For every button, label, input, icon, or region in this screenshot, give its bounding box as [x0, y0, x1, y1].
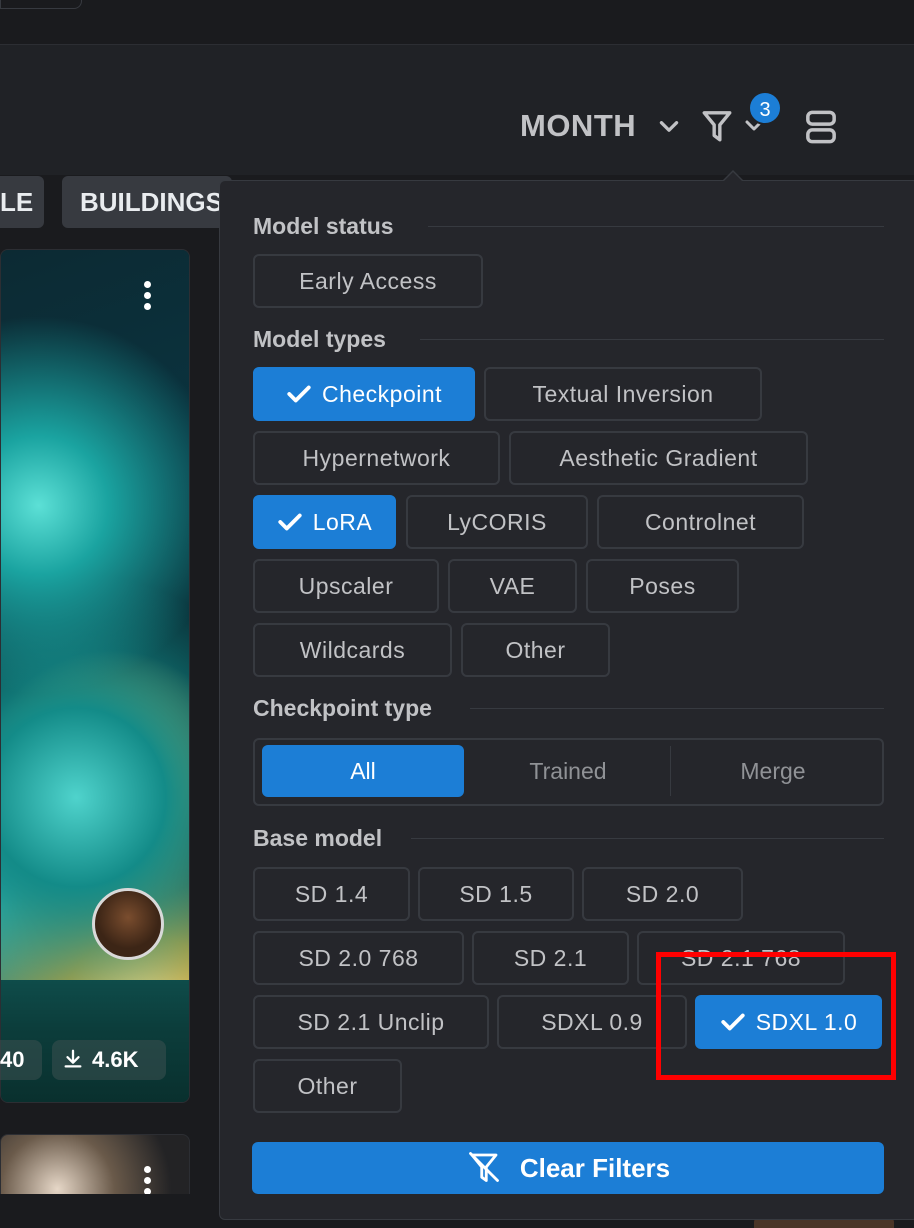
chip-label: Hypernetwork	[302, 445, 451, 471]
chip-label: SD 2.1	[513, 945, 588, 971]
clear-filters-button[interactable]: Clear Filters	[252, 1142, 884, 1194]
chip-sd-2-0-768[interactable]: SD 2.0 768	[253, 931, 464, 985]
download-icon	[64, 1049, 82, 1068]
highlight-box	[656, 952, 896, 1080]
chip-sd-1-4[interactable]: SD 1.4	[253, 867, 410, 921]
chip-label: SD 2.0	[625, 881, 700, 907]
chip-other-type[interactable]: Other	[461, 623, 610, 677]
chip-label: Wildcards	[299, 637, 406, 663]
chip-label: Other	[505, 637, 566, 663]
chip-label: Textual Inversion	[532, 381, 714, 407]
search-box-edge[interactable]	[0, 0, 82, 9]
tag-chip[interactable]: BUILDINGS	[62, 176, 232, 228]
chip-sd-2-1-unclip[interactable]: SD 2.1 Unclip	[253, 995, 489, 1049]
chip-label: Aesthetic Gradient	[559, 445, 758, 471]
check-icon	[278, 513, 302, 531]
model-card[interactable]	[0, 249, 190, 1103]
divider	[411, 838, 884, 839]
popover-arrow-fill	[723, 172, 743, 182]
chip-label: SD 1.5	[459, 881, 533, 907]
filter-count-badge: 3	[748, 91, 782, 125]
chip-sd-2-1[interactable]: SD 2.1	[472, 931, 629, 985]
top-bar	[0, 0, 914, 45]
layout-icon[interactable]	[803, 108, 839, 146]
stat-value: 40	[0, 1047, 25, 1072]
chip-label: LoRA	[312, 509, 373, 535]
chip-sd-1-5[interactable]: SD 1.5	[418, 867, 574, 921]
chip-label: Early Access	[299, 268, 437, 294]
chip-label: SDXL 0.9	[541, 1009, 643, 1035]
card-image[interactable]	[1, 250, 189, 980]
section-label-base-model: Base model	[253, 825, 383, 851]
card-stat: 40	[0, 1040, 42, 1080]
section-label-model-status: Model status	[253, 213, 394, 239]
segment-trained[interactable]: Trained	[466, 745, 670, 797]
check-icon	[287, 385, 311, 403]
chip-label: Upscaler	[298, 573, 394, 599]
segment-all[interactable]: All	[262, 745, 464, 797]
chip-label: SD 2.0 768	[298, 945, 419, 971]
chip-label: LyCORIS	[447, 509, 547, 535]
chip-other-base[interactable]: Other	[253, 1059, 402, 1113]
chip-label: Other	[297, 1073, 358, 1099]
download-stat: 4.6K	[52, 1040, 166, 1080]
chip-label: Checkpoint	[321, 381, 443, 407]
chip-wildcards[interactable]: Wildcards	[253, 623, 452, 677]
stat-value: 4.6K	[92, 1047, 139, 1072]
chip-label: Controlnet	[644, 509, 757, 535]
clear-filters-label: Clear Filters	[519, 1153, 671, 1183]
divider	[428, 226, 884, 227]
filter-icon[interactable]	[700, 108, 734, 146]
divider	[470, 708, 884, 709]
chip-controlnet[interactable]: Controlnet	[597, 495, 804, 549]
model-card[interactable]	[0, 1134, 190, 1196]
chip-aesthetic-gradient[interactable]: Aesthetic Gradient	[509, 431, 808, 485]
tag-chip[interactable]: LE	[0, 176, 44, 228]
chip-label: SD 1.4	[294, 881, 369, 907]
chip-early-access[interactable]: Early Access	[253, 254, 483, 308]
segment-merge[interactable]: Merge	[671, 745, 875, 797]
chip-upscaler[interactable]: Upscaler	[253, 559, 439, 613]
period-select[interactable]: MONTH	[520, 108, 636, 144]
filter-off-icon	[468, 1152, 499, 1183]
chip-label: SD 2.1 Unclip	[297, 1009, 445, 1035]
chip-hypernetwork[interactable]: Hypernetwork	[253, 431, 500, 485]
chip-sd-2-0[interactable]: SD 2.0	[582, 867, 743, 921]
avatar[interactable]	[92, 888, 164, 960]
chip-poses[interactable]: Poses	[586, 559, 739, 613]
chip-textual-inversion[interactable]: Textual Inversion	[484, 367, 762, 421]
chip-vae[interactable]: VAE	[448, 559, 577, 613]
chevron-down-icon[interactable]	[656, 114, 682, 140]
chip-label: VAE	[489, 573, 536, 599]
chip-checkpoint[interactable]: Checkpoint	[253, 367, 475, 421]
chip-lycoris[interactable]: LyCORIS	[406, 495, 588, 549]
chip-label: Poses	[629, 573, 696, 599]
card-menu-icon[interactable]	[144, 281, 154, 317]
divider	[420, 339, 884, 340]
section-label-checkpoint-type: Checkpoint type	[253, 695, 432, 721]
chip-lora[interactable]: LoRA	[253, 495, 396, 549]
section-label-model-types: Model types	[253, 326, 386, 352]
